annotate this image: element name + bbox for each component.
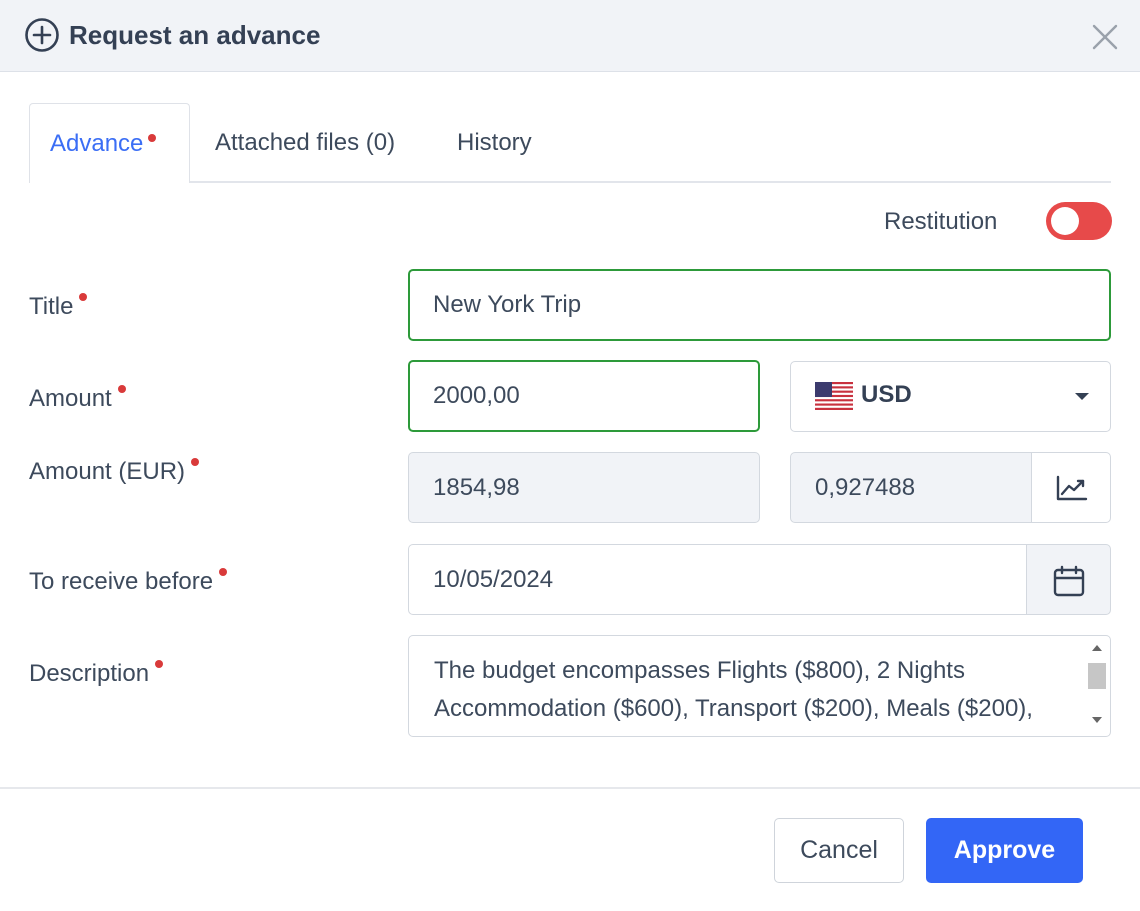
restitution-toggle[interactable]	[1046, 202, 1112, 240]
description-label-text: Description	[29, 660, 150, 687]
currency-code: USD	[861, 381, 912, 408]
required-indicator	[155, 660, 164, 668]
date-group: 10/05/2024	[408, 544, 1111, 615]
amount-eur-label: Amount (EUR)	[29, 458, 200, 486]
chevron-down-icon	[1075, 393, 1089, 400]
tab-bar: Advance Attached files (0) History	[29, 103, 1111, 183]
required-indicator	[79, 293, 88, 301]
amount-label: Amount	[29, 385, 126, 413]
title-input[interactable]: New York Trip	[408, 269, 1111, 341]
exchange-rate-group: 0,927488	[790, 452, 1111, 523]
us-flag-icon	[815, 382, 853, 410]
title-label: Title	[29, 293, 88, 321]
title-label-text: Title	[29, 293, 74, 320]
required-indicator	[117, 385, 126, 393]
exchange-rate-field: 0,927488	[790, 452, 1032, 523]
restitution-label: Restitution	[884, 208, 998, 235]
request-advance-dialog: Request an advance Advance Attached file…	[0, 0, 1140, 911]
exchange-rate-button[interactable]	[1031, 452, 1111, 523]
tab-advance[interactable]: Advance	[29, 103, 190, 183]
amount-input[interactable]: 2000,00	[408, 360, 760, 432]
description-scrollbar[interactable]	[1085, 637, 1109, 735]
calendar-icon	[1053, 565, 1085, 597]
required-indicator	[191, 458, 200, 466]
receive-before-label-text: To receive before	[29, 568, 214, 595]
date-picker-button[interactable]	[1026, 544, 1111, 615]
description-textarea[interactable]: The budget encompasses Flights ($800), 2…	[408, 635, 1111, 737]
close-icon[interactable]	[1090, 22, 1120, 52]
approve-button[interactable]: Approve	[926, 818, 1083, 883]
tab-divider	[29, 181, 1111, 183]
required-indicator	[219, 568, 228, 576]
amount-eur-label-text: Amount (EUR)	[29, 458, 186, 485]
receive-before-label: To receive before	[29, 568, 228, 596]
tab-history-label: History	[457, 129, 532, 156]
chart-line-icon	[1056, 475, 1088, 501]
tab-advance-label: Advance	[50, 130, 144, 157]
cancel-button[interactable]: Cancel	[774, 818, 904, 883]
required-indicator	[148, 134, 157, 142]
tab-history[interactable]: History	[457, 103, 532, 183]
toggle-knob	[1051, 207, 1079, 235]
amount-label-text: Amount	[29, 385, 112, 412]
dialog-title: Request an advance	[69, 20, 321, 50]
plus-circle-icon	[25, 18, 59, 52]
receive-before-input[interactable]: 10/05/2024	[408, 544, 1028, 615]
currency-select[interactable]: USD	[790, 361, 1111, 432]
tab-attached-files-label: Attached files (0)	[215, 129, 396, 156]
tab-attached-files[interactable]: Attached files (0)	[215, 103, 395, 183]
scroll-down-icon[interactable]	[1092, 717, 1102, 723]
amount-eur-field: 1854,98	[408, 452, 760, 523]
scroll-thumb[interactable]	[1088, 663, 1106, 689]
dialog-header: Request an advance	[0, 0, 1140, 72]
footer-divider	[0, 787, 1140, 789]
scroll-up-icon[interactable]	[1092, 645, 1102, 651]
description-label: Description	[29, 660, 164, 688]
description-text: The budget encompasses Flights ($800), 2…	[434, 657, 1033, 736]
